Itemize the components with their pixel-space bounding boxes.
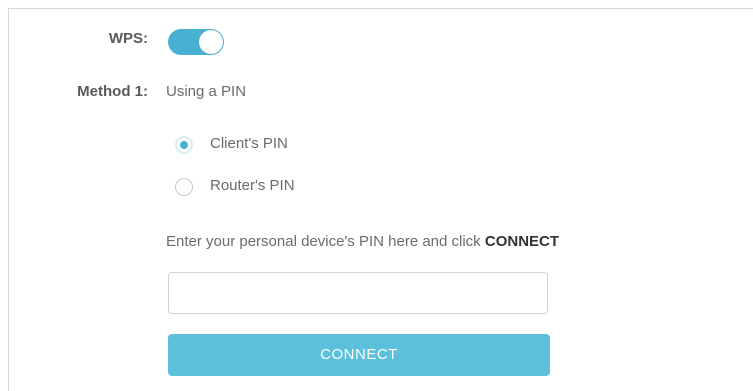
clients-pin-label[interactable]: Client's PIN <box>210 135 288 152</box>
toggle-knob <box>199 30 223 54</box>
routers-pin-radio[interactable] <box>175 178 193 196</box>
pin-instruction: Enter your personal device's PIN here an… <box>166 233 559 250</box>
wps-label: WPS: <box>108 30 148 47</box>
pin-instruction-action: CONNECT <box>484 233 560 250</box>
method-1-label: Method 1: <box>77 83 148 100</box>
wps-toggle[interactable] <box>168 29 224 55</box>
pin-instruction-text: Enter your personal device's PIN here an… <box>166 233 485 250</box>
clients-pin-radio[interactable] <box>175 136 193 154</box>
method-1-value: Using a PIN <box>166 83 247 100</box>
connect-button[interactable]: CONNECT <box>168 334 550 376</box>
routers-pin-label[interactable]: Router's PIN <box>210 177 295 194</box>
pin-input[interactable] <box>168 272 548 314</box>
